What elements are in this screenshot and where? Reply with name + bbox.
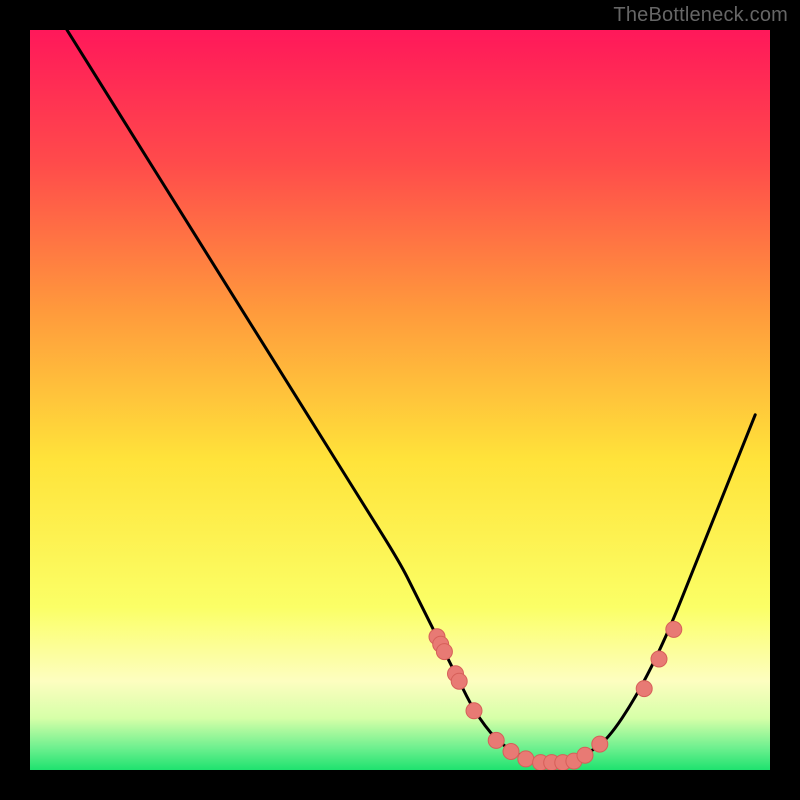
highlight-marker <box>451 673 467 689</box>
highlight-marker <box>651 651 667 667</box>
highlight-marker <box>466 703 482 719</box>
highlight-marker <box>488 732 504 748</box>
highlight-marker <box>592 736 608 752</box>
watermark-text: TheBottleneck.com <box>613 4 788 27</box>
chart-svg <box>30 30 770 770</box>
highlight-marker <box>518 751 534 767</box>
highlight-marker <box>636 681 652 697</box>
highlight-marker <box>577 747 593 763</box>
highlight-marker <box>503 744 519 760</box>
highlight-marker <box>666 621 682 637</box>
plot-area <box>30 30 770 770</box>
chart-frame: TheBottleneck.com <box>0 0 800 800</box>
highlight-marker <box>436 644 452 660</box>
